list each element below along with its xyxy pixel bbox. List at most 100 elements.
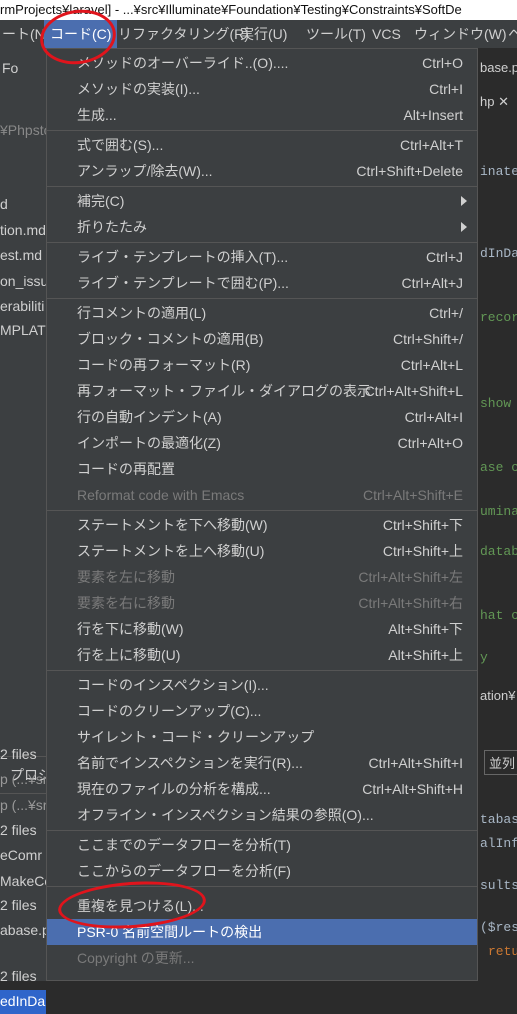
result-item[interactable]: p (...¥sr [0, 771, 47, 787]
menu-item-move-line-down[interactable]: 行を下に移動(W) Alt+Shift+下 [47, 616, 477, 642]
menu-item-folding[interactable]: 折りたたみ [47, 214, 477, 240]
menu-item-label: インポートの最適化(Z) [77, 435, 221, 451]
result-group[interactable]: 2 files [0, 897, 37, 913]
menu-item-move-statement-down[interactable]: ステートメントを下へ移動(W) Ctrl+Shift+下 [47, 512, 477, 538]
menu-item-label: 行を下に移動(W) [77, 621, 184, 637]
tab-fragment[interactable]: hp ✕ [480, 94, 509, 110]
editor-background: base.p hp ✕ inate dInDa recor show ase c… [478, 48, 517, 981]
menu-item-label: コードのクリーンアップ(C)... [77, 703, 262, 719]
file-fragment[interactable]: erabiliti [0, 298, 44, 314]
menu-item-shortcut: Alt+Shift+下 [388, 621, 463, 637]
menu-item-silent-cleanup[interactable]: サイレント・コード・クリーンアップ [47, 724, 477, 750]
menu-item-shortcut: Ctrl+Shift+上 [382, 543, 463, 559]
code-fragment: ase co [480, 460, 517, 475]
menu-item-line-comment[interactable]: 行コメントの適用(L) Ctrl+/ [47, 300, 477, 326]
menu-separator [47, 242, 477, 243]
menu-bar: ート(N) コード(C) リファクタリング(R) 実行(U) ツール(T) VC… [0, 20, 517, 48]
menu-item-surround-with[interactable]: 式で囲む(S)... Ctrl+Alt+T [47, 132, 477, 158]
menu-item-block-comment[interactable]: ブロック・コメントの適用(B) Ctrl+Shift+/ [47, 326, 477, 352]
menu-item-auto-indent[interactable]: 行の自動インデント(A) Ctrl+Alt+I [47, 404, 477, 430]
project-path-fragment: ¥Phpsto [0, 122, 52, 138]
menu-item-label: 生成... [77, 107, 117, 123]
code-fragment: dInDa [480, 246, 517, 261]
menu-item-label: 行を上に移動(U) [77, 647, 181, 663]
file-fragment[interactable]: tion.md [0, 222, 46, 238]
submenu-arrow-icon [461, 222, 467, 232]
menu-item-configure-current-file-analysis[interactable]: 現在のファイルの分析を構成... Ctrl+Alt+Shift+H [47, 776, 477, 802]
menu-item-label: メソッドのオーバーライド..(O).... [77, 55, 289, 71]
menu-item-unwrap-remove[interactable]: アンラップ/除去(W)... Ctrl+Shift+Delete [47, 158, 477, 184]
folder-breadcrumb[interactable]: Fo [2, 60, 18, 76]
menu-window[interactable]: ウィンドウ(W) [408, 20, 513, 48]
menu-item-label: 再フォーマット・ファイル・ダイアログの表示 [77, 383, 371, 399]
result-item[interactable]: p (...¥sr [0, 797, 47, 813]
menu-item-shortcut: Ctrl+J [426, 249, 463, 265]
menu-item-label: サイレント・コード・クリーンアップ [77, 729, 315, 745]
menu-tools[interactable]: ツール(T) [300, 20, 372, 48]
menu-separator [47, 670, 477, 671]
menu-item-shortcut: Ctrl+O [422, 55, 463, 71]
menu-item-override-methods[interactable]: メソッドのオーバーライド..(O).... Ctrl+O [47, 50, 477, 76]
menu-item-label: メソッドの実装(I)... [77, 81, 200, 97]
menu-item-label: ステートメントを上へ移動(U) [77, 543, 265, 559]
menu-item-shortcut: Ctrl+Alt+I [404, 409, 463, 425]
menu-vcs[interactable]: VCS [366, 20, 407, 48]
menu-item-label: 重複を見つける(L)... [77, 898, 204, 914]
menu-item-reformat-file-dialog[interactable]: 再フォーマット・ファイル・ダイアログの表示 Ctrl+Alt+Shift+L [47, 378, 477, 404]
menu-item-reformat-code[interactable]: コードの再フォーマット(R) Ctrl+Alt+L [47, 352, 477, 378]
menu-item-shortcut: Ctrl+Alt+Shift+左 [358, 569, 463, 585]
tab-fragment[interactable]: base.p [480, 60, 517, 75]
menu-item-dataflow-from-here[interactable]: ここからのデータフローを分析(F) [47, 858, 477, 884]
menu-item-shortcut: Ctrl+Alt+L [400, 357, 463, 373]
menu-item-move-statement-up[interactable]: ステートメントを上へ移動(U) Ctrl+Shift+上 [47, 538, 477, 564]
menu-code[interactable]: コード(C) [44, 20, 118, 48]
menu-item-label: 補完(C) [77, 193, 125, 209]
menu-item-inspect-code[interactable]: コードのインスペクション(I)... [47, 672, 477, 698]
menu-item-code-cleanup[interactable]: コードのクリーンアップ(C)... [47, 698, 477, 724]
menu-item-move-element-right: 要素を右に移動 Ctrl+Alt+Shift+右 [47, 590, 477, 616]
menu-item-label: 要素を右に移動 [77, 595, 175, 611]
menu-item-completion[interactable]: 補完(C) [47, 188, 477, 214]
menu-item-shortcut: Alt+Shift+上 [388, 647, 463, 663]
parallel-button[interactable]: 並列 [484, 750, 517, 775]
window-title-bar: rmProjects¥laravel] - ...¥src¥Illuminate… [0, 0, 517, 20]
menu-item-shortcut: Ctrl+Alt+O [397, 435, 463, 451]
file-fragment[interactable]: d [0, 196, 8, 212]
result-group[interactable]: 2 files [0, 746, 37, 762]
menu-item-rearrange-code[interactable]: コードの再配置 [47, 456, 477, 482]
code-fragment: recor [480, 310, 517, 325]
menu-item-label: Reformat code with Emacs [77, 487, 245, 503]
result-item: edInDa [0, 993, 46, 1009]
result-item[interactable]: MakeCo [0, 873, 52, 889]
menu-item-label: 行コメントの適用(L) [77, 305, 207, 321]
menu-item-label: Copyright の更新... [77, 950, 195, 966]
project-panel-background: Fo ¥Phpsto d tion.md est.md on_issu erab… [0, 48, 55, 1014]
menu-item-dataflow-to-here[interactable]: ここまでのデータフローを分析(T) [47, 832, 477, 858]
menu-item-surround-live-template[interactable]: ライブ・テンプレートで囲む(P)... Ctrl+Alt+J [47, 270, 477, 296]
menu-item-view-offline-results[interactable]: オフライン・インスペクション結果の参照(O)... [47, 802, 477, 828]
menu-item-label: 現在のファイルの分析を構成... [77, 781, 271, 797]
menu-item-implement-methods[interactable]: メソッドの実装(I)... Ctrl+I [47, 76, 477, 102]
result-item[interactable]: eComr [0, 847, 42, 863]
menu-run[interactable]: 実行(U) [234, 20, 293, 48]
menu-help[interactable]: ヘ [502, 20, 517, 48]
menu-item-shortcut: Ctrl+Shift+下 [382, 517, 463, 533]
code-fragment: sults [480, 878, 517, 893]
menu-item-shortcut: Ctrl+I [429, 81, 463, 97]
result-item[interactable]: abase.p [0, 922, 50, 938]
menu-item-detect-psr0-roots[interactable]: PSR-0 名前空間ルートの検出 [47, 919, 477, 945]
menu-item-generate[interactable]: 生成... Alt+Insert [47, 102, 477, 128]
file-fragment[interactable]: est.md [0, 247, 42, 263]
file-fragment[interactable]: on_issu [0, 273, 48, 289]
menu-item-run-inspection-by-name[interactable]: 名前でインスペクションを実行(R)... Ctrl+Alt+Shift+I [47, 750, 477, 776]
selected-result-row[interactable]: edInDa [0, 990, 46, 1014]
menu-item-label: PSR-0 名前空間ルートの検出 [77, 924, 263, 940]
menu-item-move-element-left: 要素を左に移動 Ctrl+Alt+Shift+左 [47, 564, 477, 590]
menu-item-locate-duplicates[interactable]: 重複を見つける(L)... [47, 893, 477, 919]
menu-item-optimize-imports[interactable]: インポートの最適化(Z) Ctrl+Alt+O [47, 430, 477, 456]
result-group[interactable]: 2 files [0, 822, 37, 838]
result-group[interactable]: 2 files [0, 968, 37, 984]
menu-item-move-line-up[interactable]: 行を上に移動(U) Alt+Shift+上 [47, 642, 477, 668]
menu-item-insert-live-template[interactable]: ライブ・テンプレートの挿入(T)... Ctrl+J [47, 244, 477, 270]
menu-item-shortcut: Ctrl+Alt+Shift+H [362, 781, 463, 797]
